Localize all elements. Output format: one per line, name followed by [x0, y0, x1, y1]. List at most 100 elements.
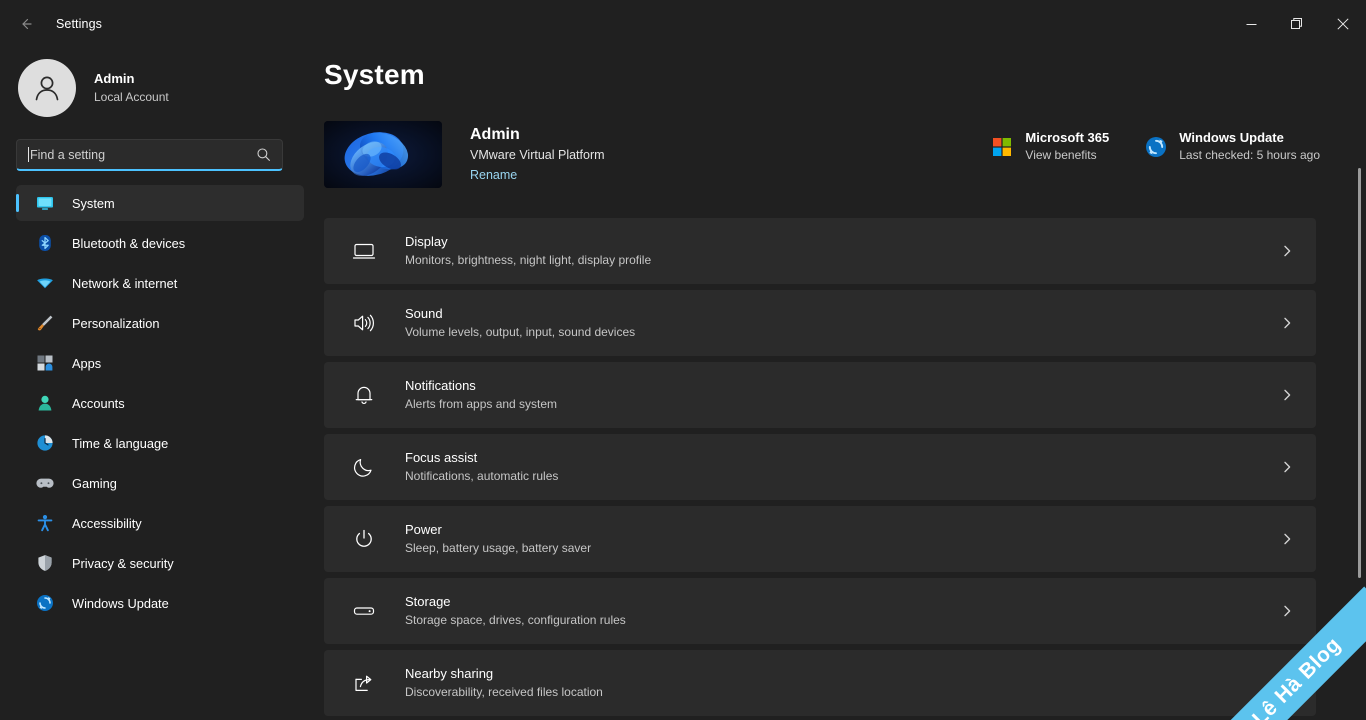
rename-link[interactable]: Rename — [470, 166, 517, 185]
back-arrow-icon — [18, 16, 34, 32]
search-placeholder: Find a setting — [30, 147, 106, 162]
sidebar-item-apps[interactable]: Apps — [16, 345, 304, 381]
main-content: System Admin VMware Virtual Platform Ren… — [320, 48, 1366, 720]
sidebar-item-gaming[interactable]: Gaming — [16, 465, 304, 501]
status-windows-update[interactable]: Windows Update Last checked: 5 hours ago — [1145, 129, 1320, 164]
row-title: Nearby sharing — [405, 666, 494, 681]
status-title: Windows Update — [1179, 130, 1284, 145]
window-controls — [1228, 0, 1366, 48]
chevron-right-icon[interactable] — [1280, 460, 1294, 474]
sidebar-item-label: System — [72, 195, 115, 211]
paintbrush-icon — [36, 314, 54, 332]
chevron-right-icon[interactable] — [1280, 244, 1294, 258]
row-title: Focus assist — [405, 450, 478, 465]
apps-grid-icon — [36, 354, 54, 372]
settings-row-sound[interactable]: Sound Volume levels, output, input, sound… — [324, 290, 1316, 356]
settings-row-storage[interactable]: Storage Storage space, drives, configurat… — [324, 578, 1316, 644]
minimize-button[interactable] — [1228, 0, 1274, 48]
settings-row-nearby-sharing[interactable]: Nearby sharing Discoverability, received … — [324, 650, 1316, 716]
status-items: Microsoft 365 View benefits Windows Upda… — [991, 129, 1320, 164]
chevron-right-icon[interactable] — [1280, 532, 1294, 546]
title-bar: Settings — [0, 0, 1366, 48]
status-subtitle: View benefits — [1025, 148, 1097, 162]
person-badge-icon — [36, 394, 54, 412]
row-title: Display — [405, 234, 448, 249]
row-title: Sound — [405, 306, 443, 321]
status-title: Microsoft 365 — [1025, 130, 1110, 145]
settings-row-notifications[interactable]: Notifications Alerts from apps and system — [324, 362, 1316, 428]
chevron-right-icon[interactable] — [1280, 676, 1294, 690]
row-text: Display Monitors, brightness, night light… — [405, 233, 651, 269]
sidebar-item-label: Network & internet — [72, 275, 178, 291]
bell-icon — [352, 383, 376, 407]
search-input[interactable]: Find a setting — [16, 139, 283, 171]
sidebar-item-time-language[interactable]: Time & language — [16, 425, 304, 461]
sidebar-item-label: Windows Update — [72, 595, 169, 611]
row-subtitle: Notifications, automatic rules — [405, 469, 559, 483]
sidebar-item-label: Accounts — [72, 395, 125, 411]
status-text: Microsoft 365 View benefits — [1025, 129, 1109, 164]
sidebar-item-label: Accessibility — [72, 515, 142, 531]
sidebar-item-system[interactable]: System — [16, 185, 304, 221]
account-name: Admin — [94, 71, 135, 86]
settings-row-focus-assist[interactable]: Focus assist Notifications, automatic rul… — [324, 434, 1316, 500]
wifi-icon — [36, 274, 54, 292]
settings-row-power[interactable]: Power Sleep, battery usage, battery saver — [324, 506, 1316, 572]
chevron-right-icon[interactable] — [1280, 388, 1294, 402]
account-text: Admin Local Account — [94, 70, 169, 106]
status-subtitle: Last checked: 5 hours ago — [1179, 148, 1320, 162]
scrollbar-thumb[interactable] — [1358, 168, 1361, 578]
windows-bloom-wallpaper — [324, 120, 442, 188]
sidebar-item-label: Bluetooth & devices — [72, 235, 186, 251]
device-name: Admin — [470, 125, 520, 143]
close-button[interactable] — [1320, 0, 1366, 48]
update-refresh-icon — [1145, 136, 1167, 158]
row-text: Power Sleep, battery usage, battery saver — [405, 521, 591, 557]
row-subtitle: Volume levels, output, input, sound devi… — [405, 325, 636, 339]
gamepad-icon — [36, 474, 54, 492]
sidebar-item-label: Gaming — [72, 475, 117, 491]
device-model: VMware Virtual Platform — [470, 147, 605, 162]
sidebar-nav: System Bluetooth & devices Network & inter… — [0, 185, 320, 621]
row-text: Sound Volume levels, output, input, sound… — [405, 305, 635, 341]
hard-drive-icon — [352, 599, 376, 623]
accessibility-icon — [36, 514, 54, 532]
sidebar-item-bluetooth-devices[interactable]: Bluetooth & devices — [16, 225, 304, 261]
settings-row-display[interactable]: Display Monitors, brightness, night light… — [324, 218, 1316, 284]
sidebar-item-label: Time & language — [72, 435, 169, 451]
sidebar-item-windows-update[interactable]: Windows Update — [16, 585, 304, 621]
speaker-icon — [352, 311, 376, 335]
chevron-right-icon[interactable] — [1280, 604, 1294, 618]
close-icon — [1337, 18, 1349, 30]
status-microsoft-365[interactable]: Microsoft 365 View benefits — [991, 129, 1109, 164]
account-card[interactable]: Admin Local Account — [18, 57, 320, 119]
sidebar-item-label: Personalization — [72, 315, 160, 331]
status-text: Windows Update Last checked: 5 hours ago — [1179, 129, 1320, 164]
chevron-right-icon[interactable] — [1280, 316, 1294, 330]
row-title: Storage — [405, 594, 451, 609]
update-refresh-icon — [36, 594, 54, 612]
text-caret — [28, 147, 29, 162]
sidebar-item-privacy-security[interactable]: Privacy & security — [16, 545, 304, 581]
sidebar-item-label: Apps — [72, 355, 102, 371]
moon-icon — [352, 455, 376, 479]
row-subtitle: Alerts from apps and system — [405, 397, 558, 411]
search-icon[interactable] — [256, 147, 271, 162]
restore-icon — [1291, 18, 1303, 30]
sidebar-item-accessibility[interactable]: Accessibility — [16, 505, 304, 541]
sidebar-item-network-internet[interactable]: Network & internet — [16, 265, 304, 301]
bluetooth-icon — [36, 234, 54, 252]
sidebar-item-accounts[interactable]: Accounts — [16, 385, 304, 421]
page-title: System — [324, 59, 425, 90]
display-monitor-icon — [352, 239, 376, 263]
monitor-icon — [36, 194, 54, 212]
sidebar-item-personalization[interactable]: Personalization — [16, 305, 304, 341]
device-summary: Admin VMware Virtual Platform Rename Mic… — [320, 117, 1366, 191]
restore-button[interactable] — [1274, 0, 1320, 48]
row-subtitle: Monitors, brightness, night light, displ… — [405, 253, 652, 267]
back-button[interactable] — [6, 8, 46, 40]
clock-icon — [36, 434, 54, 452]
person-icon — [35, 76, 59, 101]
scrollbar[interactable] — [1358, 120, 1361, 720]
row-subtitle: Storage space, drives, configuration rul… — [405, 613, 626, 627]
